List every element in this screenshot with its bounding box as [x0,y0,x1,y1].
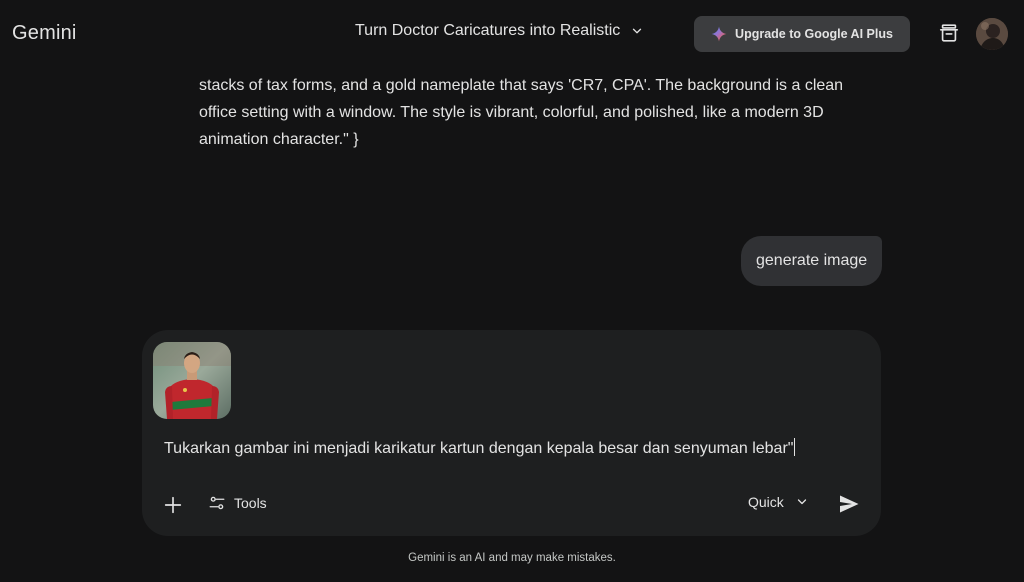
model-mode-selector[interactable]: Quick [748,494,808,510]
chevron-down-icon [633,28,642,34]
response-line: office setting with a window. The style … [199,104,824,121]
gemini-chat-page: Gemini Turn Doctor Caricatures into Real… [0,0,1024,582]
avatar-image [976,18,1008,50]
mode-label: Quick [748,494,784,510]
prompt-composer: Tukarkan gambar ini menjadi karikatur ka… [142,330,881,536]
tools-label: Tools [234,495,267,511]
conversation-title-menu[interactable]: Turn Doctor Caricatures into Realistic [355,22,644,40]
prompt-input[interactable]: Tukarkan gambar ini menjadi karikatur ka… [164,438,854,458]
app-logo[interactable]: Gemini [12,22,77,45]
conversation-title: Turn Doctor Caricatures into Realistic [355,22,621,39]
user-message-bubble: generate image [741,236,883,286]
attached-image-thumbnail[interactable] [153,342,231,419]
plus-icon[interactable] [162,494,184,516]
user-message-text: generate image [756,252,868,269]
attached-photo [153,342,231,419]
chevron-down-icon [797,499,806,505]
disclaimer: Gemini is an AI and may make mistakes. [408,552,616,564]
response-line: animation character." } [199,131,359,148]
upgrade-button[interactable]: Upgrade to Google AI Plus [694,16,910,52]
send-icon[interactable] [837,492,861,516]
upgrade-label: Upgrade to Google AI Plus [735,27,893,41]
tune-icon [209,496,225,510]
model-response: stacks of tax forms, and a gold nameplat… [199,72,849,153]
account-avatar[interactable] [976,18,1008,50]
response-line: stacks of tax forms, and a gold nameplat… [199,77,844,94]
tools-button[interactable]: Tools [208,494,267,512]
prompt-text: Tukarkan gambar ini menjadi karikatur ka… [164,440,794,457]
temporary-chat-icon[interactable] [938,22,960,44]
sparkle-icon [711,26,727,42]
text-caret [794,438,796,456]
